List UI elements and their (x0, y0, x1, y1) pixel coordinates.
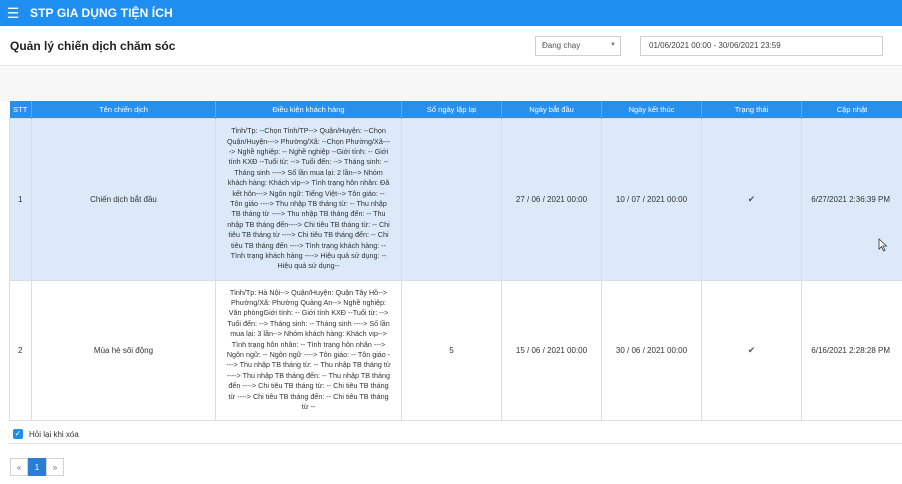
row-status: ✔ (701, 279, 802, 421)
row-stt: 1 (9, 117, 32, 281)
row-repeat-days (401, 117, 502, 281)
row-conditions-cell: Tỉnh/Tp: --Chọn Tỉnh/TP--> Quận/Huyện: -… (215, 117, 402, 281)
content-gap (0, 67, 902, 101)
row-start-date: 27 / 06 / 2021 00:00 (501, 117, 602, 281)
mouse-cursor-icon (878, 238, 888, 252)
confirm-delete-label: Hỏi lại khi xóa (29, 429, 79, 439)
table-header-row: STT Tên chiến dịch Điều kiện khách hàng … (9, 101, 902, 118)
col-header-stt[interactable]: STT (9, 101, 32, 118)
col-header-updated[interactable]: Cập nhật (801, 101, 902, 118)
col-header-conditions[interactable]: Điều kiện khách hàng (215, 101, 402, 118)
check-icon: ✔ (747, 344, 756, 355)
row-start-date: 15 / 06 / 2021 00:00 (501, 279, 602, 421)
row-conditions: Tỉnh/Tp: Hà Nội--> Quận/Huyện: Quận Tây … (226, 287, 391, 412)
page-title: Quản lý chiến dịch chăm sóc (10, 39, 176, 53)
pager-page-button[interactable]: 1 (28, 458, 46, 476)
campaign-table: STT Tên chiến dịch Điều kiện khách hàng … (9, 101, 902, 421)
row-status: ✔ (701, 117, 802, 281)
date-range-input[interactable]: 01/06/2021 00:00 - 30/06/2021 23:59 (640, 36, 883, 56)
status-select[interactable]: Đang chạy ▼ (535, 36, 621, 56)
page-header: Quản lý chiến dịch chăm sóc Đang chạy ▼ … (0, 26, 902, 66)
col-header-end-date[interactable]: Ngày kết thúc (601, 101, 702, 118)
row-campaign-name: Chiến dịch bắt đầu (31, 117, 216, 281)
col-header-start-date[interactable]: Ngày bắt đầu (501, 101, 602, 118)
pagination: « 1 » (10, 458, 64, 476)
top-bar: ☰ STP GIA DỤNG TIỆN ÍCH (0, 0, 902, 26)
col-header-name[interactable]: Tên chiến dịch (31, 101, 216, 118)
row-updated: 6/16/2021 2:28:28 PM (801, 279, 902, 421)
check-icon: ✔ (747, 193, 756, 204)
confirm-delete-checkbox[interactable]: ✓ (13, 429, 23, 439)
hamburger-icon[interactable]: ☰ (0, 0, 26, 26)
col-header-status[interactable]: Trạng thái (701, 101, 802, 118)
col-header-repeat-days[interactable]: Số ngày lặp lại (401, 101, 502, 118)
pager-next-button[interactable]: » (46, 458, 64, 476)
row-campaign-name: Mùa hè sôi động (31, 279, 216, 421)
pager-prev-button[interactable]: « (10, 458, 28, 476)
row-stt: 2 (9, 279, 32, 421)
row-updated: 6/27/2021 2:36:39 PM (801, 117, 902, 281)
row-end-date: 30 / 06 / 2021 00:00 (601, 279, 702, 421)
app-title: STP GIA DỤNG TIỆN ÍCH (30, 6, 173, 20)
row-conditions: Tỉnh/Tp: --Chọn Tỉnh/TP--> Quận/Huyện: -… (226, 126, 391, 271)
divider (9, 443, 902, 444)
confirm-delete-option: ✓ Hỏi lại khi xóa (13, 429, 79, 439)
table-row[interactable]: 2 Mùa hè sôi động Tỉnh/Tp: Hà Nội--> Quậ… (9, 279, 902, 421)
row-repeat-days: 5 (401, 279, 502, 421)
row-end-date: 10 / 07 / 2021 00:00 (601, 117, 702, 281)
table-row[interactable]: 1 Chiến dịch bắt đầu Tỉnh/Tp: --Chọn Tỉn… (9, 117, 902, 281)
status-select-value: Đang chạy (542, 41, 581, 50)
row-conditions-cell: Tỉnh/Tp: Hà Nội--> Quận/Huyện: Quận Tây … (215, 279, 402, 421)
caret-down-icon: ▼ (610, 42, 616, 48)
